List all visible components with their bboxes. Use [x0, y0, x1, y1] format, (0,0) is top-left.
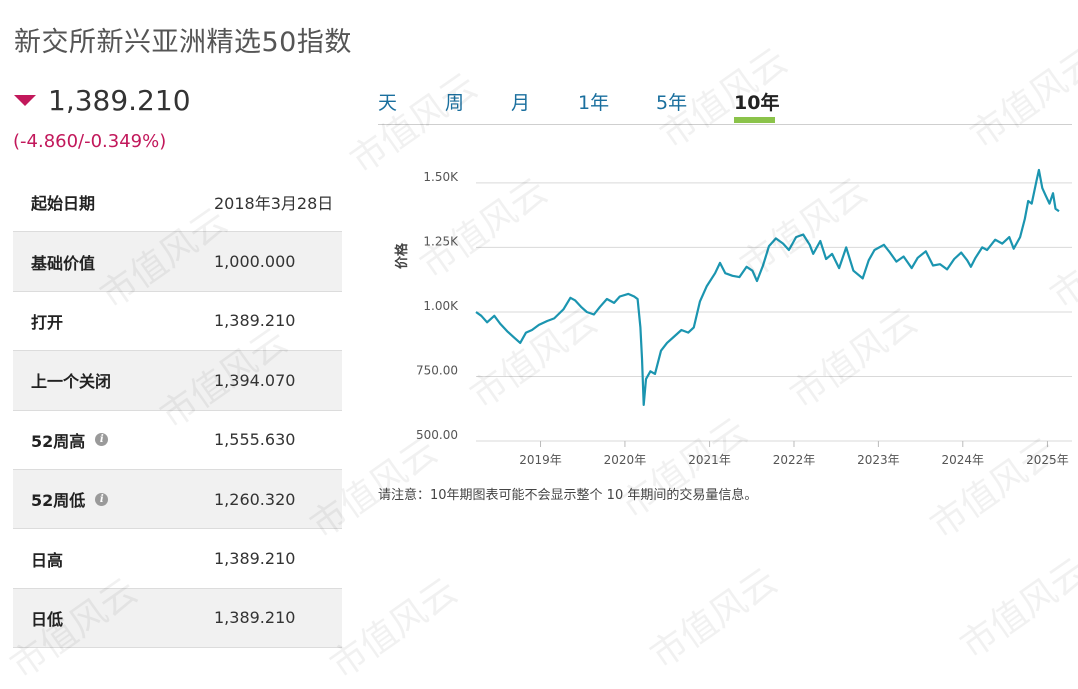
stats-label-text: 起始日期	[31, 194, 96, 214]
price-series-line	[475, 168, 1060, 406]
tab-period[interactable]: 周	[445, 88, 464, 115]
stats-label: 日低	[13, 606, 214, 630]
stats-label-text: 基础价值	[31, 253, 96, 273]
stats-label-text: 上一个关闭	[31, 372, 112, 392]
x-tick-label: 2021年	[688, 453, 731, 467]
x-tick-label: 2025年	[1026, 453, 1069, 467]
quote-price-row: 1,389.210	[14, 84, 191, 117]
stats-label: 起始日期	[13, 190, 214, 214]
stats-label-text: 日高	[31, 550, 64, 570]
stats-row: 52周低 i 1,260.320	[13, 469, 342, 530]
stats-value: 1,389.210	[214, 549, 296, 569]
stats-value: 1,260.320	[214, 489, 296, 509]
x-tick-label: 2024年	[942, 453, 985, 467]
stats-label-text: 52周低	[31, 491, 86, 511]
stats-label: 日高	[13, 547, 214, 571]
chart-note: 请注意：10年期图表可能不会显示整个 10 年期间的交易量信息。	[378, 488, 758, 503]
tab-period[interactable]: 5年	[656, 88, 687, 115]
tab-period[interactable]: 天	[378, 88, 397, 115]
stats-row: 基础价值 1,000.000	[13, 232, 342, 292]
stats-row: 起始日期 2018年3月28日	[13, 173, 342, 233]
y-tick-label: 1.00K	[423, 299, 459, 313]
y-tick-label: 500.00	[416, 428, 458, 442]
stats-value: 1,389.210	[214, 608, 296, 628]
stats-label: 基础价值	[13, 250, 214, 274]
stats-value: 1,555.630	[214, 430, 296, 450]
price-change: (-4.860/-0.349%)	[13, 131, 167, 152]
y-tick-label: 750.00	[416, 363, 458, 377]
down-triangle-icon	[14, 95, 36, 106]
x-tick-label: 2022年	[773, 453, 816, 467]
stats-label: 上一个关闭	[13, 368, 214, 392]
stats-label-text: 52周高	[31, 431, 86, 451]
tab-period[interactable]: 月	[511, 88, 530, 115]
price-line-chart: 500.00 750.00 1.00K 1.25K 1.50K 2019年 2020年 202…	[416, 168, 1072, 467]
stats-label: 52周低 i	[13, 487, 214, 511]
info-icon[interactable]: i	[95, 492, 109, 506]
stats-label-text: 打开	[31, 312, 64, 332]
stats-row: 打开 1,389.210	[13, 292, 342, 352]
period-tabs: 天 周 月 1年 5年 10年	[378, 88, 1072, 125]
x-tick-label: 2019年	[519, 453, 562, 467]
stats-value: 1,000.000	[214, 252, 296, 272]
active-tab-indicator	[734, 117, 775, 123]
tab-period[interactable]: 1年	[578, 88, 609, 115]
x-tick-label: 2023年	[857, 453, 900, 467]
stats-value: 1,389.210	[214, 311, 296, 331]
x-tick-label: 2020年	[604, 453, 647, 467]
stats-label: 52周高 i	[13, 428, 214, 452]
current-price: 1,389.210	[48, 84, 191, 117]
stats-value: 1,394.070	[214, 370, 296, 390]
y-tick-label: 1.25K	[423, 234, 459, 248]
stats-table: 起始日期 2018年3月28日基础价值 1,000.000 打开 1,389.210 上一…	[13, 173, 342, 649]
stats-row: 日高 1,389.210	[13, 529, 342, 589]
y-tick-label: 1.50K	[423, 170, 459, 184]
tab-period[interactable]: 10年	[734, 88, 779, 115]
watermark-text: 市值风云	[953, 550, 1078, 667]
info-icon[interactable]: i	[95, 433, 109, 447]
stats-row: 日低 1,389.210	[13, 588, 342, 649]
stats-value: 2018年3月28日	[214, 194, 334, 214]
page-title: 新交所新兴亚洲精选50指数	[14, 27, 352, 58]
stats-row: 上一个关闭 1,394.070	[13, 351, 342, 411]
stats-label-text: 日低	[31, 609, 64, 629]
stats-row: 52周高 i 1,555.630	[13, 411, 342, 470]
stats-label: 打开	[13, 309, 214, 333]
